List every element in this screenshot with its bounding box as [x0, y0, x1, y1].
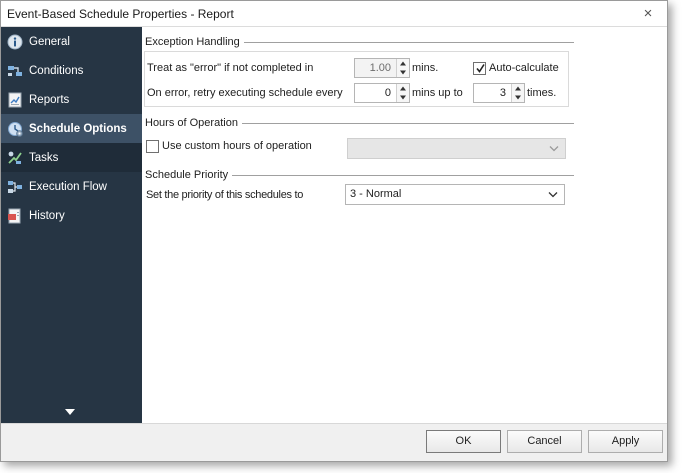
priority-select[interactable]: 3 - Normal — [345, 184, 565, 205]
group-divider — [231, 175, 574, 176]
properties-dialog: Event-Based Schedule Properties - Report… — [0, 0, 668, 462]
auto-calculate-checkbox[interactable] — [473, 62, 486, 75]
sidebar-item-label: History — [29, 209, 65, 222]
sidebar-item-general[interactable]: General — [1, 27, 142, 56]
stepper-up-icon[interactable] — [397, 84, 409, 93]
apply-button[interactable]: Apply — [588, 430, 663, 453]
schedule-options-icon — [8, 121, 23, 137]
retry-label: On error, retry executing schedule every — [147, 87, 343, 99]
retry-times-unit: times. — [527, 87, 557, 99]
sidebar-item-label: Conditions — [29, 64, 84, 77]
sidebar-item-conditions[interactable]: Conditions — [1, 56, 142, 85]
sidebar-item-label: Tasks — [29, 151, 59, 164]
stepper-down-icon[interactable] — [512, 93, 524, 102]
group-divider — [238, 42, 574, 43]
retry-times-value: 3 — [499, 87, 506, 99]
sidebar-item-execution-flow[interactable]: Execution Flow — [1, 172, 142, 201]
group-divider — [240, 123, 574, 124]
stepper-up-icon[interactable] — [397, 59, 409, 68]
sidebar-item-label: Reports — [29, 93, 70, 106]
tasks-icon — [8, 151, 22, 164]
stepper-up-icon[interactable] — [512, 84, 524, 93]
retry-interval-value: 0 — [384, 87, 391, 99]
checkmark-icon — [476, 64, 485, 73]
error-timeout-label: Treat as "error" if not completed in — [147, 62, 314, 74]
dialog-footer: OK Cancel Apply — [1, 423, 667, 461]
priority-label: Set the priority of this schedules to — [146, 189, 304, 201]
sidebar-item-reports[interactable]: Reports — [1, 85, 142, 114]
execution-flow-icon — [8, 180, 22, 193]
sidebar-item-history[interactable]: History — [1, 201, 142, 230]
sidebar-item-label: Schedule Options — [29, 122, 127, 135]
sidebar-nav: General Conditions Reports Schedule Opti… — [1, 27, 142, 423]
report-icon — [8, 92, 22, 107]
retry-interval-stepper[interactable]: 0 — [354, 83, 410, 103]
close-icon[interactable]: × — [639, 5, 657, 23]
custom-hours-select[interactable] — [347, 138, 566, 159]
sidebar-item-tasks[interactable]: Tasks — [1, 143, 142, 172]
info-icon — [7, 34, 23, 49]
error-timeout-stepper[interactable]: 1.00 — [354, 58, 410, 78]
sidebar-item-schedule-options[interactable]: Schedule Options — [1, 114, 142, 143]
scroll-down-icon[interactable] — [64, 407, 76, 417]
retry-times-stepper[interactable]: 3 — [473, 83, 525, 103]
title-bar: Event-Based Schedule Properties - Report… — [1, 1, 667, 27]
custom-hours-label: Use custom hours of operation — [162, 140, 312, 152]
stepper-arrows — [396, 84, 409, 102]
exception-handling-title: Exception Handling — [145, 36, 244, 48]
error-timeout-value: 1.00 — [369, 62, 391, 74]
retry-interval-unit: mins up to — [412, 87, 463, 99]
history-icon — [8, 208, 21, 223]
schedule-priority-title: Schedule Priority — [145, 169, 233, 181]
priority-selected: 3 - Normal — [350, 188, 402, 200]
stepper-arrows — [511, 84, 524, 102]
chevron-down-icon — [549, 146, 559, 152]
hours-of-operation-title: Hours of Operation — [145, 117, 242, 129]
stepper-down-icon[interactable] — [397, 93, 409, 102]
ok-button[interactable]: OK — [426, 430, 501, 453]
sidebar-item-label: General — [29, 35, 70, 48]
stepper-down-icon[interactable] — [397, 68, 409, 77]
chevron-down-icon — [548, 192, 558, 198]
cancel-button[interactable]: Cancel — [507, 430, 582, 453]
error-timeout-unit: mins. — [412, 62, 439, 74]
custom-hours-checkbox[interactable] — [146, 140, 159, 153]
stepper-arrows — [396, 59, 409, 77]
schedule-options-panel: Exception Handling Treat as "error" if n… — [142, 27, 667, 423]
auto-calculate-label: Auto-calculate — [489, 62, 559, 74]
sidebar-item-label: Execution Flow — [29, 180, 107, 193]
conditions-icon — [8, 65, 22, 76]
window-title: Event-Based Schedule Properties - Report — [7, 7, 234, 21]
